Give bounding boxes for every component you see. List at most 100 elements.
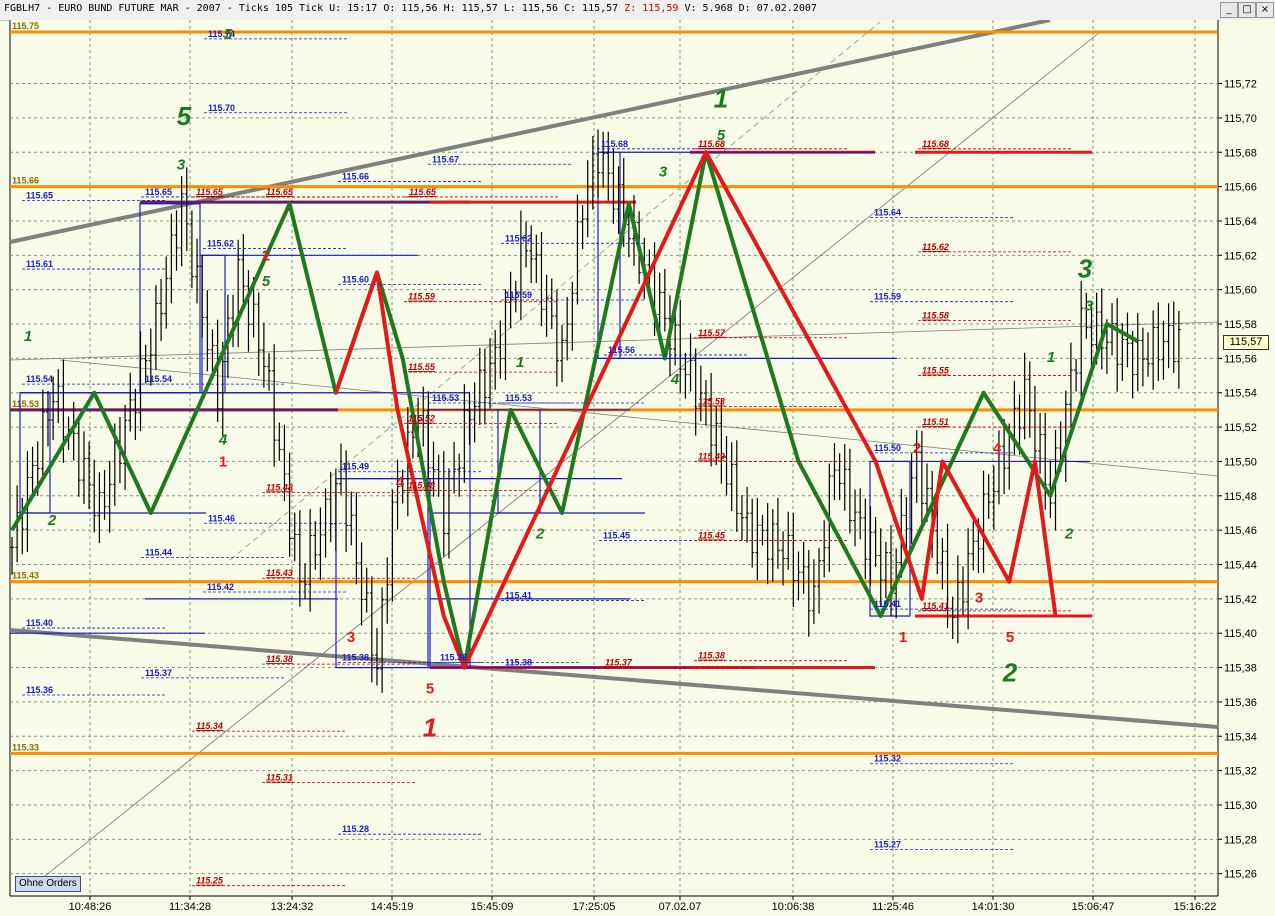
green-wave-count: 1 xyxy=(714,84,728,114)
instrument-name: EURO BUND FUTURE MAR - 2007 xyxy=(58,3,221,14)
green-wave-count: 2 xyxy=(535,526,545,543)
red-wave-count: 5 xyxy=(426,680,434,697)
blue-price-label: 115.38 xyxy=(342,652,369,662)
y-tick-label: 115,44 xyxy=(1224,559,1257,571)
symbol: FGBLH7 xyxy=(4,3,41,14)
title-bar[interactable]: FGBLH7 - EURO BUND FUTURE MAR - 2007 - T… xyxy=(0,0,1275,21)
z-price: Z: 115,59 xyxy=(624,3,679,14)
y-tick-label: 115,46 xyxy=(1224,525,1257,537)
blue-price-label: 115.53 xyxy=(505,393,532,403)
blue-price-label: 115.54 xyxy=(26,374,53,384)
last-price-marker: 115,57 xyxy=(1223,335,1269,350)
orange-level-label: 115.66 xyxy=(12,176,39,186)
blue-price-label: 115.54 xyxy=(145,374,172,384)
blue-price-label: 115.41 xyxy=(505,591,532,601)
x-tick-label: 17:25:05 xyxy=(573,901,616,913)
y-tick-label: 115,42 xyxy=(1224,594,1257,606)
x-tick-label: 10:48:26 xyxy=(69,901,112,913)
green-wave-count: 2 xyxy=(1002,657,1018,687)
green-wave-count: 3 xyxy=(1078,254,1093,284)
blue-price-label: 115.44 xyxy=(145,548,172,558)
blue-price-label: 115.64 xyxy=(874,208,901,218)
blue-price-label: 115.50 xyxy=(874,443,901,453)
x-tick-label: 13:24:32 xyxy=(271,901,314,913)
red-price-label: 115.43 xyxy=(266,568,293,578)
red-price-label: 115.34 xyxy=(196,721,223,731)
y-tick-label: 115,52 xyxy=(1224,422,1257,434)
red-price-label: 115.57 xyxy=(698,328,726,338)
red-wave-count: 2 xyxy=(913,440,921,457)
red-price-label: 115.48 xyxy=(408,481,435,491)
red-price-label: 115.38 xyxy=(698,651,725,661)
y-tick-label: 115,40 xyxy=(1224,628,1257,640)
blue-price-label: 115.70 xyxy=(208,103,235,113)
blue-price-label: 115.49 xyxy=(342,462,369,472)
green-wave-count: 4 xyxy=(218,431,228,448)
blue-price-label: 115.56 xyxy=(608,345,635,355)
y-tick-label: 115,64 xyxy=(1224,216,1257,228)
blue-price-label: 115.68 xyxy=(601,139,628,149)
red-wave-count: 1 xyxy=(899,629,907,646)
red-price-label: 115.48 xyxy=(266,482,293,492)
red-wave-count: 4 xyxy=(993,440,1002,457)
red-wave-count: 2 xyxy=(262,247,270,264)
orders-button[interactable]: Ohne Orders xyxy=(15,876,81,892)
red-price-label: 115.45 xyxy=(698,530,726,540)
blue-price-label: 115.61 xyxy=(26,259,53,269)
green-wave-count: 5 xyxy=(262,273,271,290)
blue-price-label: 115.59 xyxy=(505,290,532,300)
green-wave-count: 3 xyxy=(659,163,668,180)
blue-price-label: 115.36 xyxy=(26,685,53,695)
y-tick-label: 115,72 xyxy=(1224,79,1257,91)
red-price-label: 115.55 xyxy=(408,362,436,372)
x-tick-label: 14:45:19 xyxy=(371,901,414,913)
orange-level-label: 115.33 xyxy=(12,742,39,752)
green-wave-count: 5 xyxy=(177,101,192,131)
blue-price-label: 115.66 xyxy=(342,171,369,181)
y-tick-label: 115,70 xyxy=(1224,113,1257,125)
minimize-button[interactable]: _ xyxy=(1220,2,1238,18)
y-tick-label: 115,32 xyxy=(1224,766,1257,778)
blue-price-label: 115.32 xyxy=(874,754,901,764)
close-button[interactable]: × xyxy=(1256,2,1274,18)
red-price-label: 115.65 xyxy=(409,187,437,197)
blue-price-label: 115.27 xyxy=(874,840,901,850)
red-price-label: 115.68 xyxy=(922,139,949,149)
instrument-info: FGBLH7 - EURO BUND FUTURE MAR - 2007 - T… xyxy=(4,3,817,14)
maximize-button[interactable]: □ xyxy=(1238,2,1256,18)
y-tick-label: 115,54 xyxy=(1224,388,1257,400)
red-price-label: 115.52 xyxy=(408,414,435,424)
green-wave-count: 3 xyxy=(177,156,186,173)
orange-level-label: 115.53 xyxy=(12,399,39,409)
y-tick-label: 115,60 xyxy=(1224,285,1257,297)
y-tick-label: 115,30 xyxy=(1224,800,1257,812)
green-wave-count: 2 xyxy=(47,512,57,529)
blue-price-label: 115.37 xyxy=(145,668,172,678)
y-tick-label: 115,62 xyxy=(1224,250,1257,262)
red-wave-count: 5 xyxy=(1006,629,1014,646)
blue-price-label: 115.60 xyxy=(342,275,369,285)
red-price-label: 115.37 xyxy=(605,658,633,668)
blue-price-label: 115.38 xyxy=(505,658,532,668)
red-price-label: 115.25 xyxy=(196,876,224,886)
green-wave-count: 2 xyxy=(1064,526,1074,543)
date: D: 07.02.2007 xyxy=(738,3,817,14)
orange-level-label: 115.75 xyxy=(12,21,39,31)
y-tick-label: 115,26 xyxy=(1224,869,1257,881)
green-wave-count: 1 xyxy=(516,354,524,371)
green-wave-count: 5 xyxy=(717,127,726,144)
green-wave-count: 3 xyxy=(1085,297,1094,314)
red-wave-count: 3 xyxy=(347,629,355,646)
y-tick-label: 115,68 xyxy=(1224,147,1257,159)
red-price-label: 115.59 xyxy=(408,292,435,302)
price-chart[interactable]: 115,26 115,28 115,30 115,32 115,34 115,36 115,… xyxy=(0,20,1275,916)
close-price: C: 115,57 xyxy=(564,3,619,14)
volume: V: 5.968 xyxy=(684,3,733,14)
blue-price-label: 115.45 xyxy=(603,530,630,540)
y-tick-label: 115,28 xyxy=(1224,834,1257,846)
update-time: U: 15:17 xyxy=(329,3,378,14)
blue-price-label: 115.59 xyxy=(874,292,901,302)
blue-price-label: 115.67 xyxy=(432,154,459,164)
blue-price-label: 115.53 xyxy=(432,393,459,403)
orange-level-label: 115.43 xyxy=(12,571,39,581)
